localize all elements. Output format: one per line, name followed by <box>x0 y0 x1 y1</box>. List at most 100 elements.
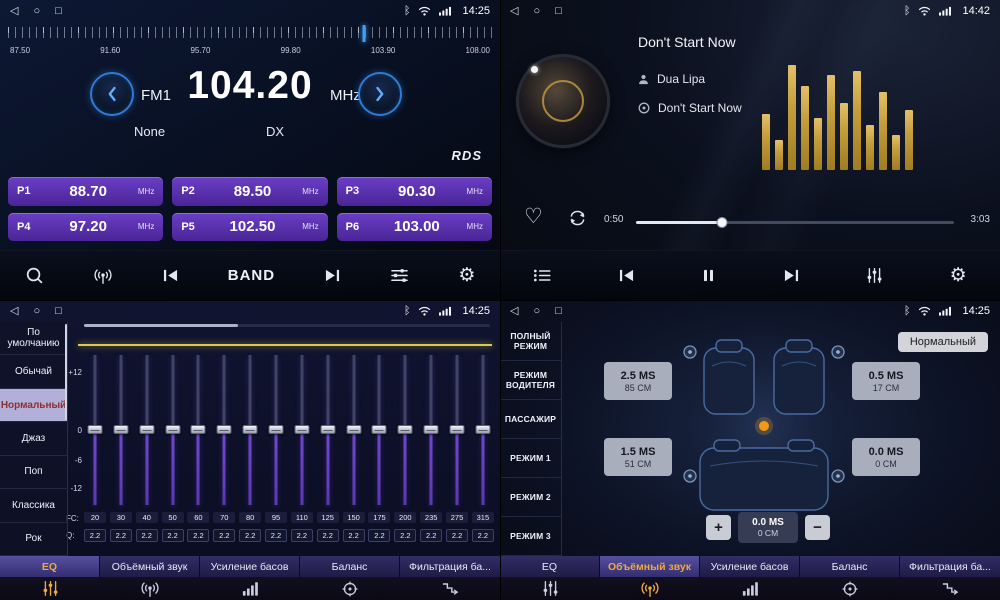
settings-button[interactable]: ⚙ <box>454 262 479 289</box>
decrease-delay-button[interactable]: − <box>805 515 830 540</box>
slider-knob[interactable] <box>269 425 284 434</box>
favorite-button[interactable]: ♡ <box>524 204 543 229</box>
nav-recents-icon[interactable]: □ <box>555 0 562 22</box>
nav-recents-icon[interactable]: □ <box>55 300 62 322</box>
slider-knob[interactable] <box>398 425 413 434</box>
nav-home-icon[interactable]: ○ <box>533 0 540 22</box>
preset-button-p3[interactable]: P390.30MHz <box>337 177 492 206</box>
nav-back-icon[interactable]: ◁ <box>510 0 518 22</box>
next-track-button[interactable] <box>779 264 804 287</box>
nav-back-icon[interactable]: ◁ <box>10 300 18 322</box>
broadcast-button[interactable] <box>89 263 117 289</box>
eq-preset-item[interactable]: Классика <box>0 489 67 522</box>
nav-home-icon[interactable]: ○ <box>33 300 40 322</box>
nav-home-icon[interactable]: ○ <box>33 0 40 22</box>
eq-band-slider[interactable] <box>394 355 416 505</box>
nav-recents-icon[interactable]: □ <box>55 0 62 22</box>
eq-band-slider[interactable] <box>136 355 158 505</box>
nav-recents-icon[interactable]: □ <box>555 300 562 322</box>
delay-card-rear-right[interactable]: 0.0 MS 0 CM <box>852 438 920 476</box>
increase-delay-button[interactable]: + <box>706 515 731 540</box>
delay-card-front-right[interactable]: 0.5 MS 17 CM <box>852 362 920 400</box>
listening-mode-item[interactable]: ПАССАЖИР <box>500 400 561 439</box>
previous-station-button[interactable] <box>158 264 183 287</box>
surround-tab-surround-sound[interactable]: Объёмный звук <box>600 556 700 600</box>
eq-band-slider[interactable] <box>420 355 442 505</box>
eq-band-slider[interactable] <box>368 355 390 505</box>
preset-button-p1[interactable]: P188.70MHz <box>8 177 163 206</box>
slider-knob[interactable] <box>243 425 258 434</box>
frequency-scale[interactable]: 87.50 91.60 95.70 99.80 103.90 108.00 <box>8 25 492 59</box>
slider-knob[interactable] <box>113 425 128 434</box>
slider-knob[interactable] <box>475 425 490 434</box>
tune-up-button[interactable] <box>358 72 402 116</box>
eq-band-slider[interactable] <box>291 355 313 505</box>
progress-bar[interactable] <box>636 221 954 224</box>
preset-button-p2[interactable]: P289.50MHz <box>172 177 327 206</box>
eq-band-slider[interactable] <box>110 355 132 505</box>
slider-knob[interactable] <box>320 425 335 434</box>
listening-mode-item[interactable]: ПОЛНЫЙ РЕЖИМ <box>500 322 561 361</box>
eq-band-slider[interactable] <box>472 355 494 505</box>
settings-button[interactable]: ⚙ <box>946 262 971 289</box>
nav-back-icon[interactable]: ◁ <box>10 0 18 22</box>
repeat-button[interactable] <box>568 210 587 226</box>
eq-tab-surround-sound[interactable]: Объёмный звук <box>100 556 200 600</box>
nav-home-icon[interactable]: ○ <box>533 300 540 322</box>
eq-band-slider[interactable] <box>317 355 339 505</box>
mixer-button[interactable] <box>862 263 887 288</box>
scrollbar-handle[interactable] <box>84 324 238 327</box>
eq-tab-balance[interactable]: Баланс <box>300 556 400 600</box>
nav-back-icon[interactable]: ◁ <box>510 300 518 322</box>
album-art[interactable] <box>516 54 610 148</box>
slider-knob[interactable] <box>165 425 180 434</box>
slider-knob[interactable] <box>294 425 309 434</box>
band-button[interactable]: BAND <box>224 263 279 288</box>
slider-knob[interactable] <box>139 425 154 434</box>
eq-tab-filter[interactable]: Фильтрация ба... <box>400 556 500 600</box>
audio-settings-button[interactable] <box>386 263 413 288</box>
delay-card-front-left[interactable]: 2.5 MS 85 CM <box>604 362 672 400</box>
eq-band-slider[interactable] <box>265 355 287 505</box>
surround-tab-filter[interactable]: Фильтрация ба... <box>900 556 1000 600</box>
eq-band-slider[interactable] <box>162 355 184 505</box>
eq-preset-item[interactable]: Обычай <box>0 355 67 388</box>
progress-knob[interactable] <box>716 217 727 228</box>
eq-tab-eq[interactable]: EQ <box>0 556 100 600</box>
slider-knob[interactable] <box>424 425 439 434</box>
eq-band-slider[interactable] <box>343 355 365 505</box>
listening-mode-item[interactable]: РЕЖИМ 3 <box>500 517 561 556</box>
slider-knob[interactable] <box>372 425 387 434</box>
preset-button-p5[interactable]: P5102.50MHz <box>172 213 327 242</box>
listening-mode-item[interactable]: РЕЖИМ 1 <box>500 439 561 478</box>
eq-preset-item[interactable]: Джаз <box>0 422 67 455</box>
eq-band-slider[interactable] <box>84 355 106 505</box>
eq-band-slider[interactable] <box>239 355 261 505</box>
slider-knob[interactable] <box>88 425 103 434</box>
slider-knob[interactable] <box>450 425 465 434</box>
eq-horizontal-scrollbar[interactable] <box>84 324 490 327</box>
surround-tab-balance[interactable]: Баланс <box>800 556 900 600</box>
eq-band-slider[interactable] <box>446 355 468 505</box>
eq-preset-item[interactable]: Рок <box>0 523 67 556</box>
eq-band-slider[interactable] <box>187 355 209 505</box>
eq-preset-item[interactable]: Нормальный <box>0 389 67 422</box>
slider-knob[interactable] <box>191 425 206 434</box>
surround-tab-bass-boost[interactable]: Усиление басов <box>700 556 800 600</box>
listening-mode-item[interactable]: РЕЖИМ 2 <box>500 478 561 517</box>
playlist-button[interactable] <box>529 264 555 287</box>
preset-button-p6[interactable]: P6103.00MHz <box>337 213 492 242</box>
scan-button[interactable] <box>21 262 48 289</box>
eq-band-slider[interactable] <box>213 355 235 505</box>
preset-button-p4[interactable]: P497.20MHz <box>8 213 163 242</box>
previous-track-button[interactable] <box>614 264 639 287</box>
eq-tab-bass-boost[interactable]: Усиление басов <box>200 556 300 600</box>
sound-profile-button[interactable]: Нормальный <box>898 332 988 352</box>
tune-down-button[interactable] <box>90 72 134 116</box>
surround-tab-eq[interactable]: EQ <box>500 556 600 600</box>
slider-knob[interactable] <box>346 425 361 434</box>
slider-knob[interactable] <box>217 425 232 434</box>
eq-preset-item[interactable]: По умолчанию <box>0 322 67 355</box>
delay-card-rear-left[interactable]: 1.5 MS 51 CM <box>604 438 672 476</box>
listening-mode-item[interactable]: РЕЖИМ ВОДИТЕЛЯ <box>500 361 561 400</box>
